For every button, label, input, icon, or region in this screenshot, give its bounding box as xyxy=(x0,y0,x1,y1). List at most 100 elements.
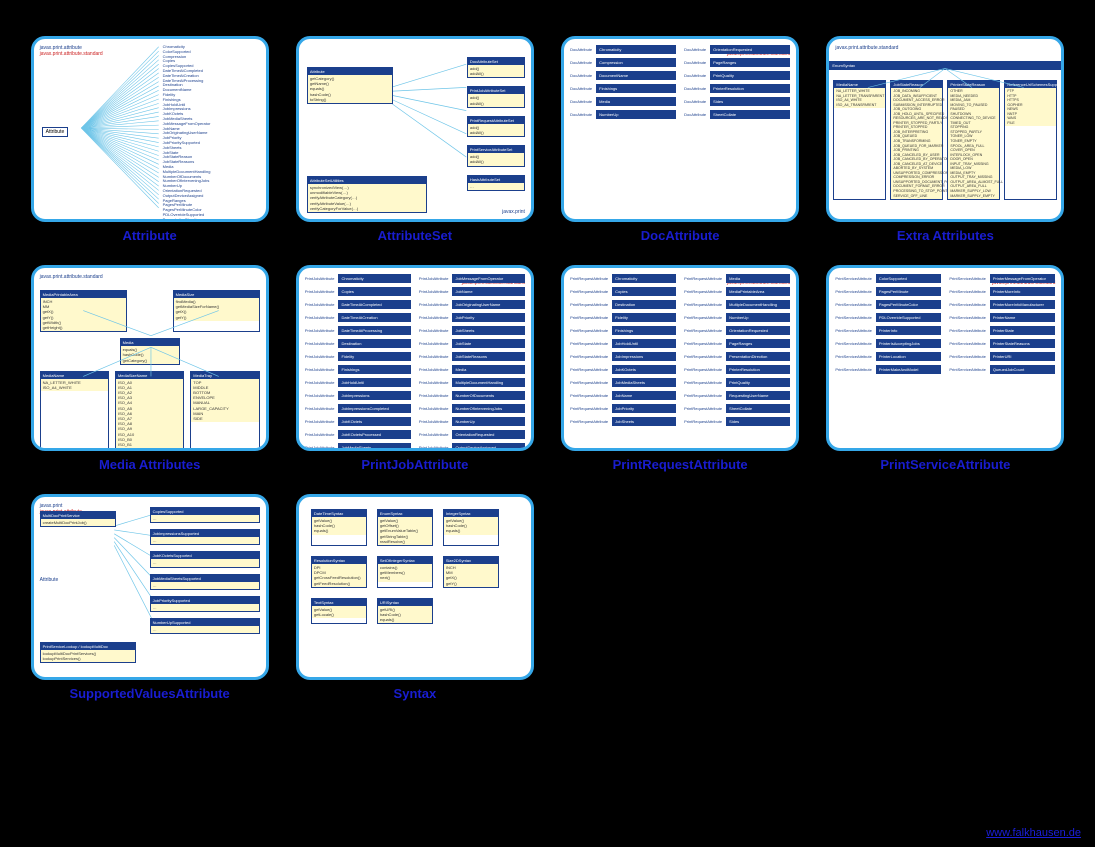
uml-box: DocumentName xyxy=(596,71,676,80)
caption-printrequestattribute: PrintRequestAttribute xyxy=(613,457,748,472)
pair-row: PrintJobAttributeNumberUp xyxy=(419,417,525,426)
thumb-printjobattribute[interactable]: javax.print.attribute javax.print.attrib… xyxy=(296,265,534,451)
thumb-docattribute[interactable]: javax.print.attribute javax.print.attrib… xyxy=(561,36,799,222)
interface-name: PrintRequestAttribute xyxy=(684,419,722,424)
syntax-grid: DateTimeSyntaxgetValue() hashCode() equa… xyxy=(305,503,525,630)
cell-supportedvaluesattribute: javax.print javax.print.attribute MultiD… xyxy=(28,494,271,701)
interface-name: PrintRequestAttribute xyxy=(570,380,608,385)
uml-box: URISyntaxgetURI() hashCode() equals() xyxy=(377,598,433,625)
pair-row: PrintServiceAttributePrinterMoreInfoManu… xyxy=(949,300,1055,309)
uml-box: JobName xyxy=(612,391,676,400)
pair-row: PrintJobAttributeJobImpressions xyxy=(305,391,411,400)
pair-row: PrintServiceAttributePrinterLocation xyxy=(835,352,941,361)
interface-name: PrintRequestAttribute xyxy=(684,302,722,307)
children-row: MediaNameNA_LETTER_WHITE NA_LETTER_TRANS… xyxy=(829,80,1061,200)
thumb-attributeset[interactable]: Attribute getCategory() getName() equals… xyxy=(296,36,534,222)
interface-name: PrintRequestAttribute xyxy=(570,289,608,294)
uml-box: JobSheets xyxy=(452,326,524,335)
caption-syntax: Syntax xyxy=(394,686,437,701)
interface-name: PrintServiceAttribute xyxy=(835,276,871,281)
interface-name: PrintRequestAttribute xyxy=(684,289,722,294)
interface-name: PrintJobAttribute xyxy=(419,445,449,450)
box: MediaNameNA_LETTER_WHITE ISO_A4_WHITE xyxy=(40,371,109,451)
pair-row: PrintServiceAttributePrinterMoreInfo xyxy=(949,287,1055,296)
thumb-supportedvaluesattribute[interactable]: javax.print javax.print.attribute MultiD… xyxy=(31,494,269,680)
package-list: javax.print.attribute javax.print.attrib… xyxy=(40,45,260,57)
pair-row: PrintJobAttributeFidelity xyxy=(305,352,411,361)
pair-row: PrintJobAttributeJobMediaSheets xyxy=(305,443,411,451)
uml-box: MultipleDocumentHandling xyxy=(452,378,524,387)
pair-row: PrintServiceAttributePrinterMessageFromO… xyxy=(949,274,1055,283)
uml-box: PrinterResolution xyxy=(726,365,790,374)
uml-box: JobPriority xyxy=(612,404,676,413)
thumb-printserviceattribute[interactable]: javax.print.attribute javax.print.attrib… xyxy=(826,265,1064,451)
pair-row: DocAttributeNumberUp xyxy=(570,110,676,119)
col-left: PrintRequestAttributeChromaticityPrintRe… xyxy=(570,274,676,442)
pair-row: PrintRequestAttributeJobHoldUntil xyxy=(570,339,676,348)
uml-box: DateTimeAtCompleted xyxy=(338,300,410,309)
footer-pkg: javax.print xyxy=(502,209,525,215)
uml-box: Fidelity xyxy=(338,352,410,361)
pair-row: PrintRequestAttributeFinishings xyxy=(570,326,676,335)
uml-box: Chromaticity xyxy=(596,45,676,54)
m: lookupMultiDocPrintServices() lookupPrin… xyxy=(41,650,135,662)
footer-link[interactable]: www.falkhausen.de xyxy=(986,827,1081,839)
pair-row: DocAttribute Chromaticity xyxy=(570,45,676,54)
thumb-syntax[interactable]: DateTimeSyntaxgetValue() hashCode() equa… xyxy=(296,494,534,680)
fan-leaves: ChromaticityColorSupportedCompressionCop… xyxy=(162,45,212,222)
row: DateTimeSyntaxgetValue() hashCode() equa… xyxy=(311,509,519,546)
pair-row: PrintRequestAttribute PrinterResolution xyxy=(684,365,790,374)
right-col: DocAttributeSetadd() addAll()PrintJobAtt… xyxy=(467,57,525,191)
thumb-extraattributes[interactable]: javax.print.attribute.standard EnumSynta… xyxy=(826,36,1064,222)
pair-row: PrintServiceAttributePrinterMakeAndModel xyxy=(835,365,941,374)
thumb-printrequestattribute[interactable]: javax.print.attribute javax.print.attrib… xyxy=(561,265,799,451)
thumb-attribute[interactable]: javax.print.attribute javax.print.attrib… xyxy=(31,36,269,222)
interface-name: PrintServiceAttribute xyxy=(949,354,985,359)
interface-name: PrintRequestAttribute xyxy=(570,354,608,359)
interface-name: DocAttribute xyxy=(684,99,706,104)
interface-name: DocAttribute xyxy=(570,47,592,52)
pair-row: PrintJobAttributeJobOriginatingUserName xyxy=(419,300,525,309)
thumb-mediaattributes[interactable]: javax.print.attribute.standard MediaPrin… xyxy=(31,265,269,451)
uml-box: PrintQuality xyxy=(726,378,790,387)
pair-row: PrintJobAttributeDateTimeAtCreation xyxy=(305,313,411,322)
interface-name: PrintJobAttribute xyxy=(305,380,335,385)
caption-extraattributes: Extra Attributes xyxy=(897,228,994,243)
fan-leaf: PresentationDirection xyxy=(162,218,212,222)
uml-box: Media xyxy=(596,97,676,106)
pair-row: DocAttributeDocumentName xyxy=(570,71,676,80)
pair-row: DocAttributePrinterResolution xyxy=(684,84,790,93)
uml-box: DocAttributeSetadd() addAll() xyxy=(467,57,525,78)
pair-row: PrintServiceAttribute PrinterInfo xyxy=(835,326,941,335)
box: MediaSizeNameISO_A0 ISO_A1 ISO_A2 ISO_A3… xyxy=(115,371,184,451)
uml-box: PrinterIsAcceptingJobs xyxy=(876,339,942,348)
uml-box: Sides xyxy=(726,417,790,426)
uml-box: JobMediaSheets xyxy=(612,378,676,387)
row: ResolutionSyntaxDPI DPCM getCrossFeedRes… xyxy=(311,556,519,588)
uml-box: JobState xyxy=(452,339,524,348)
interface-name: PrintServiceAttribute xyxy=(835,328,871,333)
uml-box: PrinterResolution xyxy=(710,84,790,93)
interface-name: PrintJobAttribute xyxy=(419,354,449,359)
uml-box: PrinterURI xyxy=(990,352,1056,361)
interface-name: PrintJobAttribute xyxy=(305,341,335,346)
interface-name: PrintRequestAttribute xyxy=(684,341,722,346)
interface-name: PrintRequestAttribute xyxy=(570,315,608,320)
interface-name: PrintServiceAttribute xyxy=(835,354,871,359)
interface-name: PrintServiceAttribute xyxy=(949,276,985,281)
pair-row: PrintJobAttributeDateTimeAtCompleted xyxy=(305,300,411,309)
interface-name: DocAttribute xyxy=(684,60,706,65)
caption-printjobattribute: PrintJobAttribute xyxy=(361,457,468,472)
interface-name: PrintRequestAttribute xyxy=(684,367,722,372)
pair-row: PrintJobAttributeCopies xyxy=(305,287,411,296)
cell-mediaattributes: javax.print.attribute.standard MediaPrin… xyxy=(28,265,271,472)
uml-box: PrintRequestAttributeSetadd() addAll() xyxy=(467,116,525,137)
uml-box: NumberUp xyxy=(452,417,524,426)
uml-box: PrinterInfo xyxy=(876,326,942,335)
uml-box: JobMediaSheetsSupported… xyxy=(150,574,260,590)
tree: EnumSyntax MediaNameNA_LETTER_WHITE NA_L… xyxy=(829,39,1061,200)
uml-box: Size2DSyntaxINCH MM getX() getY() xyxy=(443,556,499,588)
caption-attribute: Attribute xyxy=(123,228,177,243)
uml-box: PrinterMoreInfo xyxy=(990,287,1056,296)
pair-row: PrintJobAttributeOutputDeviceAssigned xyxy=(419,443,525,451)
